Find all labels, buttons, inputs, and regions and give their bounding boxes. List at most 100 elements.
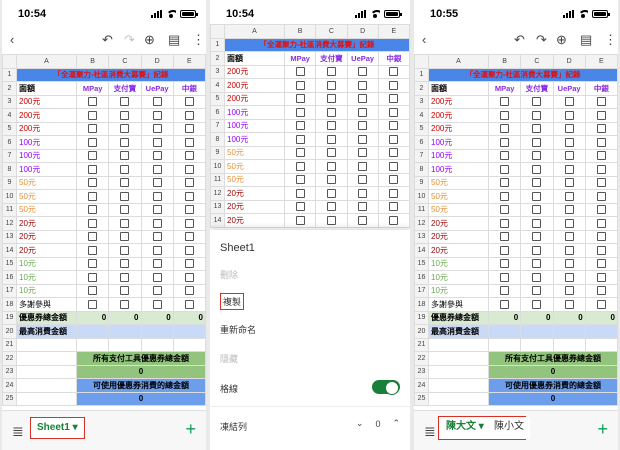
- sheet-list-icon[interactable]: ≣: [424, 423, 436, 440]
- payment-checkbox[interactable]: [564, 97, 574, 107]
- payment-checkbox[interactable]: [88, 164, 98, 174]
- row-number[interactable]: 5: [414, 121, 429, 136]
- payment-checkbox[interactable]: [152, 272, 162, 282]
- row-number[interactable]: 16: [2, 270, 17, 285]
- payment-checkbox[interactable]: [88, 124, 98, 134]
- row-number[interactable]: 17: [2, 283, 17, 298]
- row-number[interactable]: 9: [210, 145, 225, 160]
- header-amount[interactable]: 面額: [224, 51, 285, 66]
- payment-checkbox[interactable]: [120, 124, 130, 134]
- payment-checkbox[interactable]: [88, 178, 98, 188]
- column-header[interactable]: E: [377, 24, 410, 39]
- payment-checkbox[interactable]: [532, 137, 542, 147]
- column-header[interactable]: B: [283, 24, 317, 39]
- payment-checkbox[interactable]: [564, 218, 574, 228]
- column-header[interactable]: A: [224, 24, 285, 39]
- payment-checkbox[interactable]: [152, 97, 162, 107]
- add-person-icon[interactable]: ⊕: [556, 32, 567, 48]
- menu-rename[interactable]: 重新命名: [220, 323, 256, 336]
- payment-checkbox[interactable]: [184, 205, 194, 215]
- row-number[interactable]: 10: [210, 159, 225, 174]
- amount-cell[interactable]: 多謝參與: [16, 297, 77, 312]
- payment-checkbox[interactable]: [88, 218, 98, 228]
- chevron-left-icon[interactable]: ‹: [10, 32, 14, 48]
- column-header[interactable]: B: [487, 54, 522, 69]
- payment-checkbox[interactable]: [500, 97, 510, 107]
- payment-checkbox[interactable]: [532, 232, 542, 242]
- header-mpay[interactable]: MPay: [75, 81, 110, 96]
- add-person-icon[interactable]: ⊕: [144, 32, 155, 48]
- column-header[interactable]: D: [346, 24, 379, 39]
- row-number[interactable]: 17: [414, 283, 429, 298]
- amount-cell[interactable]: 200元: [224, 64, 285, 79]
- row-number[interactable]: 12: [210, 186, 225, 201]
- row-number[interactable]: 15: [414, 256, 429, 271]
- header-alipay[interactable]: 支付寶: [520, 81, 554, 96]
- redo-icon[interactable]: ↷: [536, 32, 547, 48]
- payment-checkbox[interactable]: [564, 259, 574, 269]
- payment-checkbox[interactable]: [596, 191, 606, 201]
- row-number[interactable]: 13: [2, 229, 17, 244]
- amount-cell[interactable]: 10元: [428, 270, 489, 285]
- payment-checkbox[interactable]: [152, 124, 162, 134]
- header-uepay[interactable]: UePay: [140, 81, 174, 96]
- row-number[interactable]: 13: [414, 229, 429, 244]
- row-number[interactable]: 7: [2, 148, 17, 163]
- payment-checkbox[interactable]: [500, 205, 510, 215]
- coupon-total-value[interactable]: 0: [108, 310, 142, 325]
- column-header[interactable]: E: [584, 54, 618, 69]
- payment-checkbox[interactable]: [564, 286, 574, 296]
- row-number[interactable]: 11: [414, 202, 429, 217]
- payment-checkbox[interactable]: [389, 202, 399, 212]
- header-uepay[interactable]: UePay: [552, 81, 586, 96]
- payment-checkbox[interactable]: [326, 202, 336, 212]
- tab-chan-tai-man[interactable]: 陳大文 ▾: [440, 417, 490, 439]
- amount-cell[interactable]: 50元: [16, 202, 77, 217]
- payment-checkbox[interactable]: [500, 272, 510, 282]
- payment-checkbox[interactable]: [88, 232, 98, 242]
- amount-cell[interactable]: 10元: [16, 256, 77, 271]
- payment-checkbox[interactable]: [500, 124, 510, 134]
- header-mpay[interactable]: MPay: [487, 81, 522, 96]
- payment-checkbox[interactable]: [532, 110, 542, 120]
- header-alipay[interactable]: 支付寶: [108, 81, 142, 96]
- payment-checkbox[interactable]: [358, 107, 368, 117]
- column-header[interactable]: B: [75, 54, 110, 69]
- payment-checkbox[interactable]: [295, 188, 305, 198]
- payment-checkbox[interactable]: [120, 272, 130, 282]
- amount-cell[interactable]: 200元: [224, 91, 285, 106]
- payment-checkbox[interactable]: [184, 218, 194, 228]
- row-number[interactable]: 4: [210, 78, 225, 93]
- header-mpay[interactable]: MPay: [283, 51, 317, 66]
- payment-checkbox[interactable]: [500, 178, 510, 188]
- payment-checkbox[interactable]: [88, 151, 98, 161]
- payment-checkbox[interactable]: [326, 175, 336, 185]
- sheet-title-cell[interactable]: 「全運聚力-社區消費大募賽」記錄: [16, 67, 206, 82]
- all-coupon-label[interactable]: 所有支付工具優惠券總金額: [488, 351, 618, 366]
- undo-icon[interactable]: ↶: [102, 32, 113, 48]
- payment-checkbox[interactable]: [184, 191, 194, 201]
- payment-checkbox[interactable]: [596, 97, 606, 107]
- add-sheet-icon[interactable]: +: [185, 419, 196, 440]
- amount-cell[interactable]: 100元: [428, 162, 489, 177]
- payment-checkbox[interactable]: [184, 178, 194, 188]
- payment-checkbox[interactable]: [389, 94, 399, 104]
- payment-checkbox[interactable]: [152, 164, 162, 174]
- amount-cell[interactable]: 200元: [428, 94, 489, 109]
- amount-cell[interactable]: 10元: [428, 256, 489, 271]
- header-amount[interactable]: 面額: [16, 81, 77, 96]
- payment-checkbox[interactable]: [120, 286, 130, 296]
- payment-checkbox[interactable]: [500, 232, 510, 242]
- amount-cell[interactable]: 10元: [16, 283, 77, 298]
- header-uepay[interactable]: UePay: [346, 51, 379, 66]
- amount-cell[interactable]: 100元: [224, 118, 285, 133]
- payment-checkbox[interactable]: [88, 97, 98, 107]
- payment-checkbox[interactable]: [120, 205, 130, 215]
- payment-checkbox[interactable]: [326, 148, 336, 158]
- payment-checkbox[interactable]: [564, 205, 574, 215]
- payment-checkbox[interactable]: [184, 110, 194, 120]
- payment-checkbox[interactable]: [389, 107, 399, 117]
- column-header[interactable]: C: [520, 54, 554, 69]
- amount-cell[interactable]: 200元: [428, 108, 489, 123]
- payment-checkbox[interactable]: [532, 151, 542, 161]
